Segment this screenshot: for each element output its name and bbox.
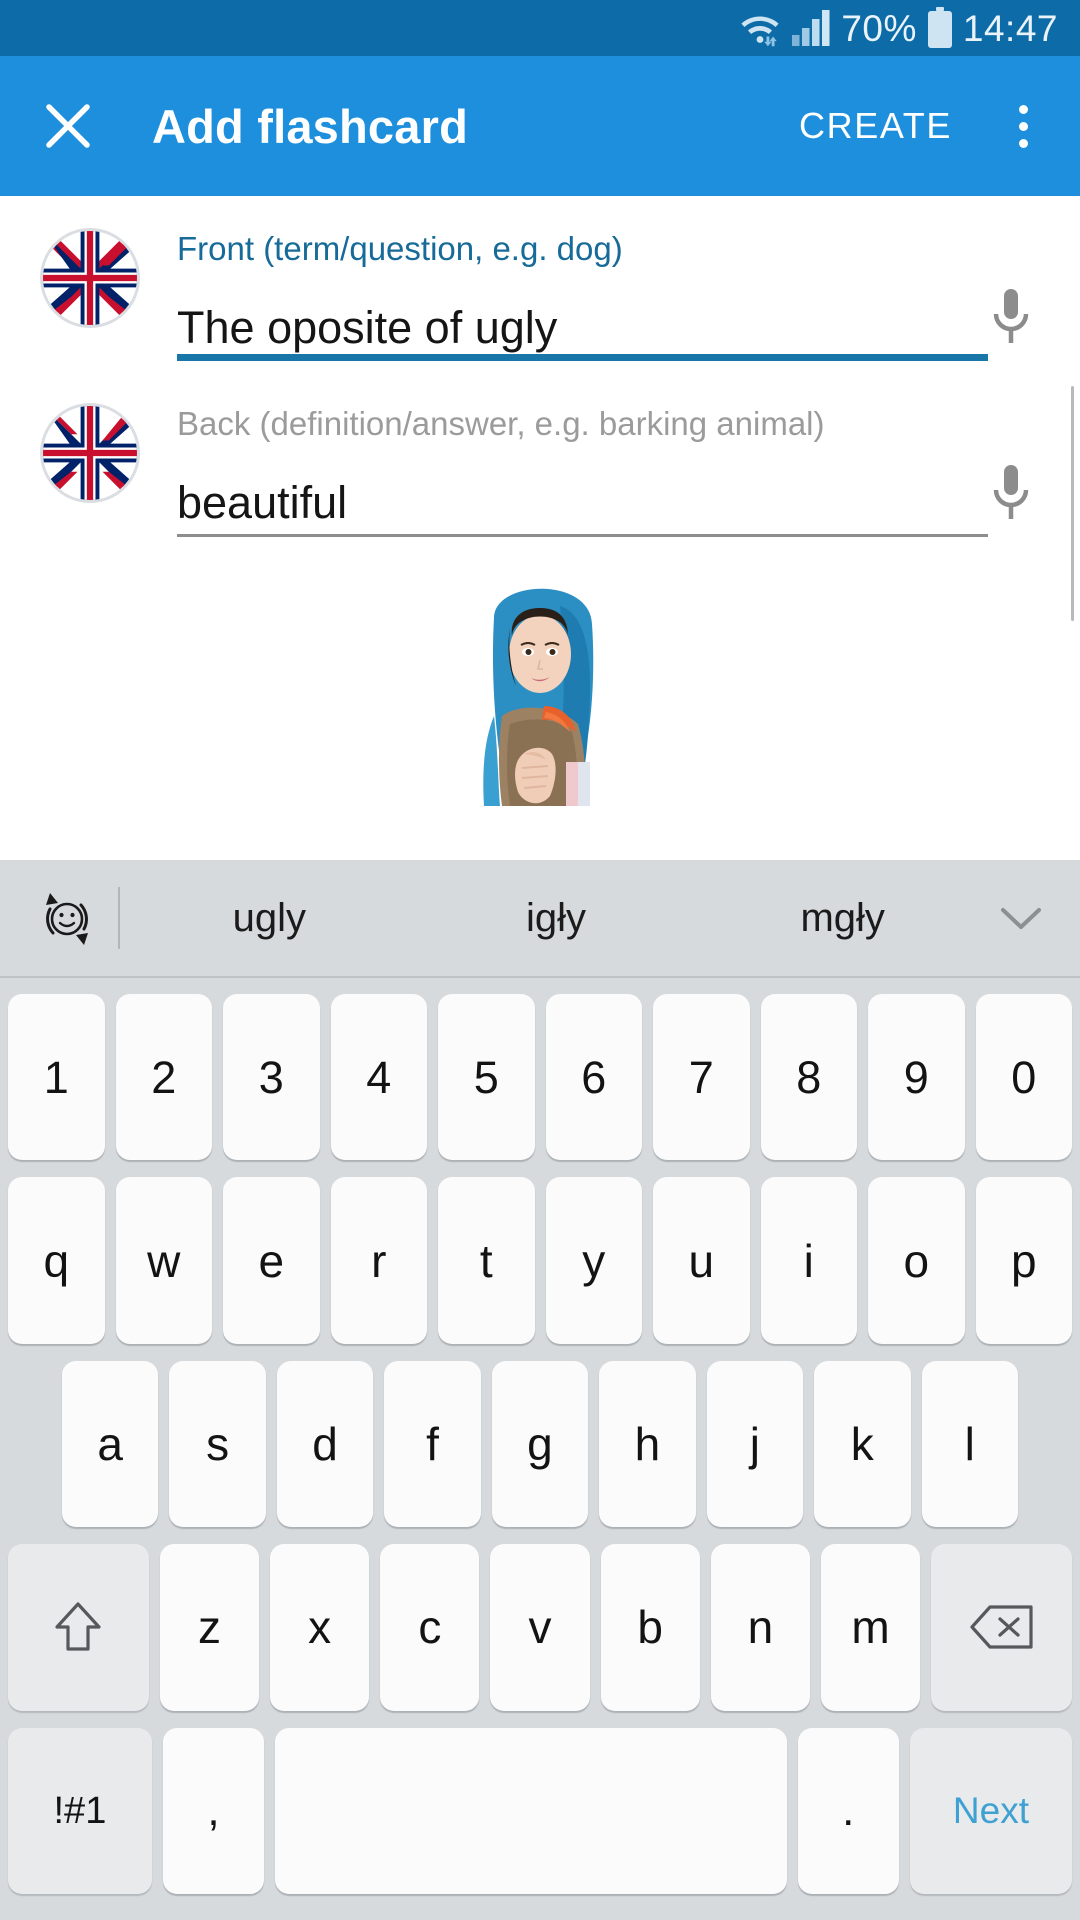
status-bar: 70% 14:47	[0, 0, 1080, 56]
microphone-icon[interactable]	[980, 463, 1042, 523]
phone-screen: 70% 14:47 Add flashcard CREATE Front (te…	[0, 0, 1080, 1920]
key-h[interactable]: h	[599, 1360, 696, 1528]
key-3[interactable]: 3	[223, 994, 320, 1161]
create-button[interactable]: CREATE	[789, 91, 962, 161]
key-2[interactable]: 2	[115, 994, 212, 1161]
key-5[interactable]: 5	[438, 994, 535, 1161]
clock-label: 14:47	[962, 7, 1058, 49]
back-field-label: Back (definition/answer, e.g. barking an…	[177, 405, 825, 443]
key-0[interactable]: 0	[975, 994, 1072, 1161]
chevron-down-icon[interactable]	[986, 903, 1056, 933]
key-x[interactable]: x	[270, 1544, 370, 1711]
app-bar: Add flashcard CREATE	[0, 56, 1080, 196]
battery-icon	[927, 7, 953, 49]
key-1[interactable]: 1	[8, 994, 105, 1161]
front-field: Front (term/question, e.g. dog) The opos…	[177, 228, 1080, 362]
key-s[interactable]: s	[169, 1360, 266, 1528]
keyboard-row-home: a s d f g h j k l	[8, 1360, 1072, 1528]
key-grid: 1 2 3 4 5 6 7 8 9 0 q w e r t y u i o p …	[0, 978, 1080, 1920]
key-b[interactable]: b	[600, 1544, 700, 1711]
back-field: Back (definition/answer, e.g. barking an…	[177, 403, 1080, 537]
back-input-wrap[interactable]: beautiful	[177, 445, 1034, 537]
key-l[interactable]: l	[921, 1360, 1018, 1528]
suggestion-list: ugly igły mgły	[126, 898, 986, 938]
front-input-value[interactable]: The oposite of ugly	[177, 302, 980, 361]
key-w[interactable]: w	[115, 1177, 212, 1344]
key-q[interactable]: q	[8, 1177, 105, 1344]
microphone-icon[interactable]	[980, 287, 1042, 347]
key-f[interactable]: f	[384, 1360, 481, 1528]
key-r[interactable]: r	[330, 1177, 427, 1344]
suggestion-item[interactable]: ugly	[126, 898, 413, 938]
suggestion-divider	[118, 887, 120, 949]
key-4[interactable]: 4	[330, 994, 427, 1161]
overflow-menu-icon[interactable]	[992, 86, 1054, 166]
keyboard-row-numbers: 1 2 3 4 5 6 7 8 9 0	[8, 994, 1072, 1161]
key-m[interactable]: m	[820, 1544, 921, 1711]
front-input-wrap[interactable]: The oposite of ugly	[177, 269, 1034, 362]
key-p[interactable]: p	[975, 1177, 1072, 1344]
page-title: Add flashcard	[152, 99, 468, 153]
back-input-value[interactable]: beautiful	[177, 479, 980, 536]
key-k[interactable]: k	[814, 1360, 911, 1528]
period-key[interactable]: .	[797, 1727, 899, 1895]
backspace-icon[interactable]	[931, 1544, 1072, 1711]
front-field-underline	[177, 354, 988, 362]
key-v[interactable]: v	[490, 1544, 590, 1711]
key-8[interactable]: 8	[760, 994, 857, 1161]
battery-percent-label: 70%	[841, 7, 917, 49]
emoji-rotate-icon[interactable]	[26, 877, 108, 959]
on-screen-keyboard: ugly igły mgły 1 2 3 4 5 6 7 8 9 0 q w e…	[0, 860, 1080, 1920]
key-g[interactable]: g	[491, 1360, 589, 1528]
front-field-row: Front (term/question, e.g. dog) The opos…	[0, 228, 1080, 362]
key-j[interactable]: j	[706, 1360, 804, 1528]
flashcard-form: Front (term/question, e.g. dog) The opos…	[0, 196, 1080, 861]
key-o[interactable]: o	[868, 1177, 965, 1344]
key-6[interactable]: 6	[545, 994, 642, 1161]
suggestion-item[interactable]: igły	[413, 898, 700, 938]
wifi-icon	[739, 9, 781, 47]
key-z[interactable]: z	[159, 1544, 260, 1711]
suggestion-bar: ugly igły mgły	[0, 860, 1080, 978]
close-icon[interactable]	[40, 98, 96, 154]
keyboard-row-bottom: z x c v b n m	[8, 1544, 1072, 1711]
key-n[interactable]: n	[710, 1544, 810, 1711]
overflow-dot	[1018, 104, 1028, 114]
flashcard-image[interactable]	[440, 566, 640, 811]
next-key[interactable]: Next	[909, 1727, 1072, 1895]
shift-arrow-icon[interactable]	[8, 1544, 149, 1711]
key-i[interactable]: i	[760, 1177, 857, 1344]
back-field-row: Back (definition/answer, e.g. barking an…	[0, 403, 1080, 537]
symbols-key[interactable]: !#1	[8, 1727, 152, 1895]
suggestion-item[interactable]: mgły	[699, 898, 986, 938]
key-u[interactable]: u	[653, 1177, 750, 1344]
cellular-signal-icon	[791, 9, 831, 47]
key-y[interactable]: y	[545, 1177, 642, 1344]
front-field-label: Front (term/question, e.g. dog)	[177, 230, 623, 267]
comma-key[interactable]: ,	[162, 1727, 265, 1895]
key-9[interactable]: 9	[868, 994, 965, 1161]
key-a[interactable]: a	[62, 1360, 159, 1528]
keyboard-row-top: q w e r t y u i o p	[8, 1177, 1072, 1344]
keyboard-row-space: !#1 , . Next	[8, 1727, 1072, 1895]
key-t[interactable]: t	[438, 1177, 535, 1344]
uk-flag-icon[interactable]	[40, 228, 140, 328]
back-field-underline	[177, 533, 988, 537]
uk-flag-icon[interactable]	[40, 403, 140, 504]
key-d[interactable]: d	[276, 1360, 374, 1528]
key-7[interactable]: 7	[653, 994, 750, 1161]
overflow-dot	[1018, 138, 1028, 148]
space-key[interactable]	[275, 1727, 787, 1895]
key-c[interactable]: c	[380, 1544, 480, 1711]
overflow-dot	[1018, 121, 1028, 131]
key-e[interactable]: e	[223, 1177, 320, 1344]
vertical-scrollbar[interactable]	[1071, 386, 1074, 621]
